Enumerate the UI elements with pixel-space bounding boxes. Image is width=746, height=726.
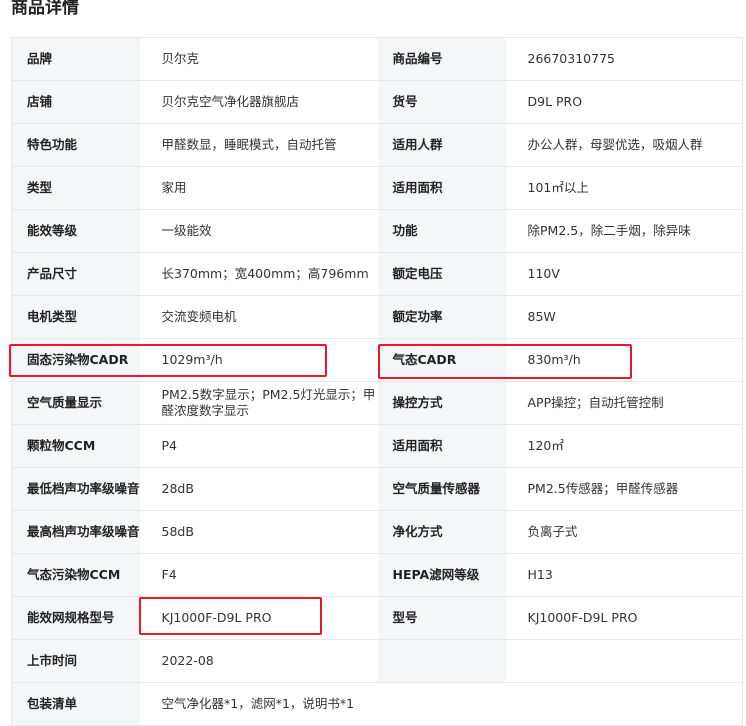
spec-value: KJ1000F-D9L PRO — [505, 596, 743, 640]
spec-row: 最低档声功率级噪音 28dB 空气质量传感器 PM2.5传感器；甲醛传感器 — [11, 467, 743, 511]
spec-value: 交流变频电机 — [139, 295, 378, 339]
spec-label: 类型 — [11, 166, 140, 210]
page-title: 商品详情 — [11, 0, 79, 18]
spec-row: 能效网规格型号 KJ1000F-D9L PRO 型号 KJ1000F-D9L P… — [11, 596, 743, 640]
spec-row: 品牌 贝尔克 商品编号 26670310775 — [11, 37, 743, 81]
spec-label: 特色功能 — [11, 123, 140, 167]
spec-value: 家用 — [139, 166, 378, 210]
spec-value: 贝尔克 — [139, 37, 378, 81]
spec-label: 额定功率 — [377, 295, 506, 339]
spec-value: D9L PRO — [505, 80, 743, 124]
spec-label: 最高档声功率级噪音 — [11, 510, 140, 554]
spec-label: 适用面积 — [377, 166, 506, 210]
spec-row: 能效等级 一级能效 功能 除PM2.5，除二手烟，除异味 — [11, 209, 743, 253]
spec-value: 甲醛数显，睡眠模式，自动托管 — [139, 123, 378, 167]
spec-value: F4 — [139, 553, 378, 597]
spec-value: 85W — [505, 295, 743, 339]
spec-value: 贝尔克空气净化器旗舰店 — [139, 80, 378, 124]
spec-value: KJ1000F-D9L PRO — [139, 596, 378, 640]
spec-row: 包装清单 空气净化器*1，滤网*1，说明书*1 — [11, 682, 743, 726]
product-spec-table: 品牌 贝尔克 商品编号 26670310775 店铺 贝尔克空气净化器旗舰店 货… — [11, 37, 743, 726]
spec-label: 产品尺寸 — [11, 252, 140, 296]
spec-label: 型号 — [377, 596, 506, 640]
spec-label: 固态污染物CADR — [11, 338, 140, 382]
spec-label: 店铺 — [11, 80, 140, 124]
spec-label: 最低档声功率级噪音 — [11, 467, 140, 511]
spec-row: 颗粒物CCM P4 适用面积 120㎡ — [11, 424, 743, 468]
spec-value: 办公人群，母婴优选，吸烟人群 — [505, 123, 743, 167]
spec-label: 货号 — [377, 80, 506, 124]
spec-value: 101㎡以上 — [505, 166, 743, 210]
spec-row: 电机类型 交流变频电机 额定功率 85W — [11, 295, 743, 339]
spec-label: 额定电压 — [377, 252, 506, 296]
spec-label: 操控方式 — [377, 381, 506, 425]
spec-value: 除PM2.5，除二手烟，除异味 — [505, 209, 743, 253]
spec-label: 空气质量显示 — [11, 381, 140, 425]
spec-value: PM2.5数字显示；PM2.5灯光显示；甲醛浓度数字显示 — [139, 381, 378, 425]
spec-value: 830m³/h — [505, 338, 743, 382]
spec-value: 一级能效 — [139, 209, 378, 253]
spec-value: P4 — [139, 424, 378, 468]
spec-label: 适用面积 — [377, 424, 506, 468]
spec-row: 类型 家用 适用面积 101㎡以上 — [11, 166, 743, 210]
spec-label: 电机类型 — [11, 295, 140, 339]
spec-value: H13 — [505, 553, 743, 597]
spec-label: 包装清单 — [11, 682, 140, 726]
spec-value: 负离子式 — [505, 510, 743, 554]
spec-value: APP操控；自动托管控制 — [505, 381, 743, 425]
spec-label — [377, 639, 506, 683]
spec-label: 能效网规格型号 — [11, 596, 140, 640]
spec-value — [505, 639, 743, 683]
spec-row: 气态污染物CCM F4 HEPA滤网等级 H13 — [11, 553, 743, 597]
spec-row: 产品尺寸 长370mm；宽400mm；高796mm 额定电压 110V — [11, 252, 743, 296]
spec-label: 品牌 — [11, 37, 140, 81]
spec-value: 26670310775 — [505, 37, 743, 81]
spec-value: 1029m³/h — [139, 338, 378, 382]
spec-label: 气态CADR — [377, 338, 506, 382]
spec-value: PM2.5传感器；甲醛传感器 — [505, 467, 743, 511]
spec-value: 120㎡ — [505, 424, 743, 468]
spec-row: 上市时间 2022-08 — [11, 639, 743, 683]
spec-label: 商品编号 — [377, 37, 506, 81]
spec-label: 能效等级 — [11, 209, 140, 253]
spec-label: HEPA滤网等级 — [377, 553, 506, 597]
spec-value: 58dB — [139, 510, 378, 554]
spec-label: 空气质量传感器 — [377, 467, 506, 511]
spec-value: 110V — [505, 252, 743, 296]
spec-label: 适用人群 — [377, 123, 506, 167]
spec-label: 功能 — [377, 209, 506, 253]
spec-value: 空气净化器*1，滤网*1，说明书*1 — [139, 682, 743, 726]
spec-value: 2022-08 — [139, 639, 378, 683]
spec-row: 最高档声功率级噪音 58dB 净化方式 负离子式 — [11, 510, 743, 554]
spec-label: 上市时间 — [11, 639, 140, 683]
spec-row: 固态污染物CADR 1029m³/h 气态CADR 830m³/h — [11, 338, 743, 382]
spec-value: 28dB — [139, 467, 378, 511]
spec-label: 颗粒物CCM — [11, 424, 140, 468]
spec-label: 气态污染物CCM — [11, 553, 140, 597]
spec-row: 特色功能 甲醛数显，睡眠模式，自动托管 适用人群 办公人群，母婴优选，吸烟人群 — [11, 123, 743, 167]
spec-row: 店铺 贝尔克空气净化器旗舰店 货号 D9L PRO — [11, 80, 743, 124]
spec-value: 长370mm；宽400mm；高796mm — [139, 252, 378, 296]
spec-row: 空气质量显示 PM2.5数字显示；PM2.5灯光显示；甲醛浓度数字显示 操控方式… — [11, 381, 743, 425]
spec-label: 净化方式 — [377, 510, 506, 554]
